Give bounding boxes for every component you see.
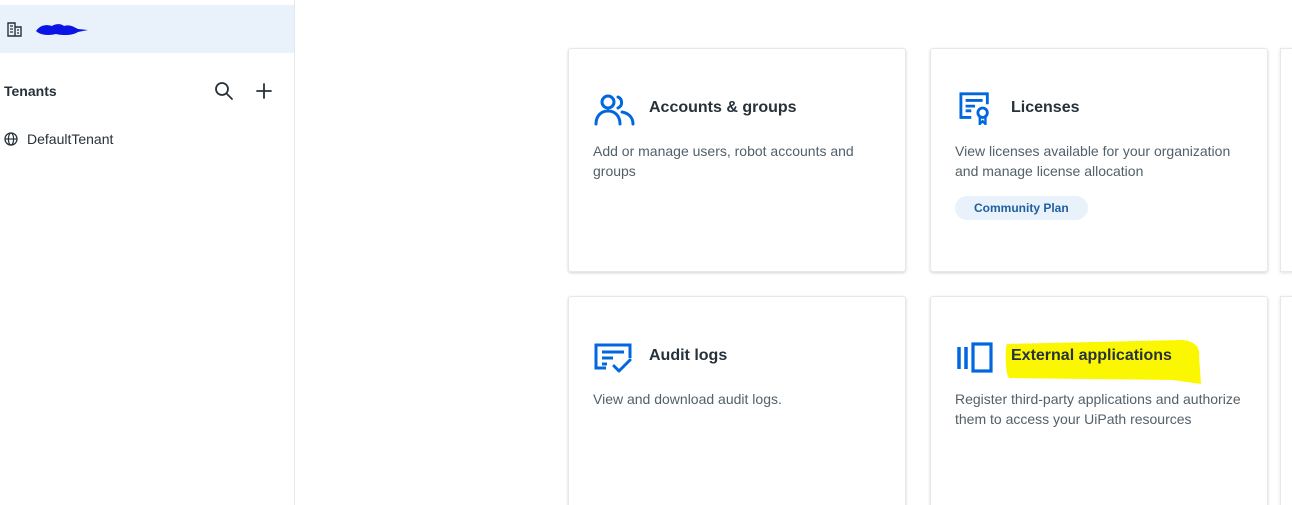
card-description: Add or manage users, robot accounts and … xyxy=(593,143,854,179)
organization-item[interactable] xyxy=(0,5,294,53)
card-description: View and download audit logs. xyxy=(593,391,782,407)
tenant-label: DefaultTenant xyxy=(27,131,114,147)
add-tenant-button[interactable] xyxy=(252,79,276,103)
redacted-organization-name xyxy=(34,22,88,36)
plan-badge: Community Plan xyxy=(955,196,1088,220)
tenants-label: Tenants xyxy=(4,83,57,99)
building-icon xyxy=(6,20,24,38)
card-audit-logs[interactable]: Audit logs View and download audit logs. xyxy=(568,296,906,505)
users-icon xyxy=(594,94,635,126)
external-apps-icon xyxy=(957,342,993,373)
card-title: Licenses xyxy=(1011,99,1080,116)
card-description: View licenses available for your organiz… xyxy=(955,143,1231,179)
card-title: External applications xyxy=(1011,347,1172,364)
search-tenants-button[interactable] xyxy=(212,79,236,103)
sidebar: Tenants DefaultTenant xyxy=(0,0,295,505)
card-partial-right-top[interactable] xyxy=(1280,48,1292,272)
card-partial-right-bottom[interactable] xyxy=(1280,296,1292,505)
tenants-header: Tenants xyxy=(0,78,294,104)
app-root: Tenants DefaultTenant Accounts & groups … xyxy=(0,0,1292,505)
card-licenses[interactable]: Licenses View licenses available for you… xyxy=(930,48,1268,272)
audit-log-icon xyxy=(594,343,632,373)
card-description: Register third-party applications and au… xyxy=(955,391,1241,427)
search-icon xyxy=(215,82,233,100)
license-icon xyxy=(959,92,989,125)
card-title: Accounts & groups xyxy=(649,99,797,116)
globe-icon xyxy=(4,132,18,146)
plus-icon xyxy=(256,83,272,99)
tenant-item-defaulttenant[interactable]: DefaultTenant xyxy=(0,127,294,151)
card-title: Audit logs xyxy=(649,347,728,364)
card-accounts-groups[interactable]: Accounts & groups Add or manage users, r… xyxy=(568,48,906,272)
card-external-applications[interactable]: External applications Register third-par… xyxy=(930,296,1268,505)
